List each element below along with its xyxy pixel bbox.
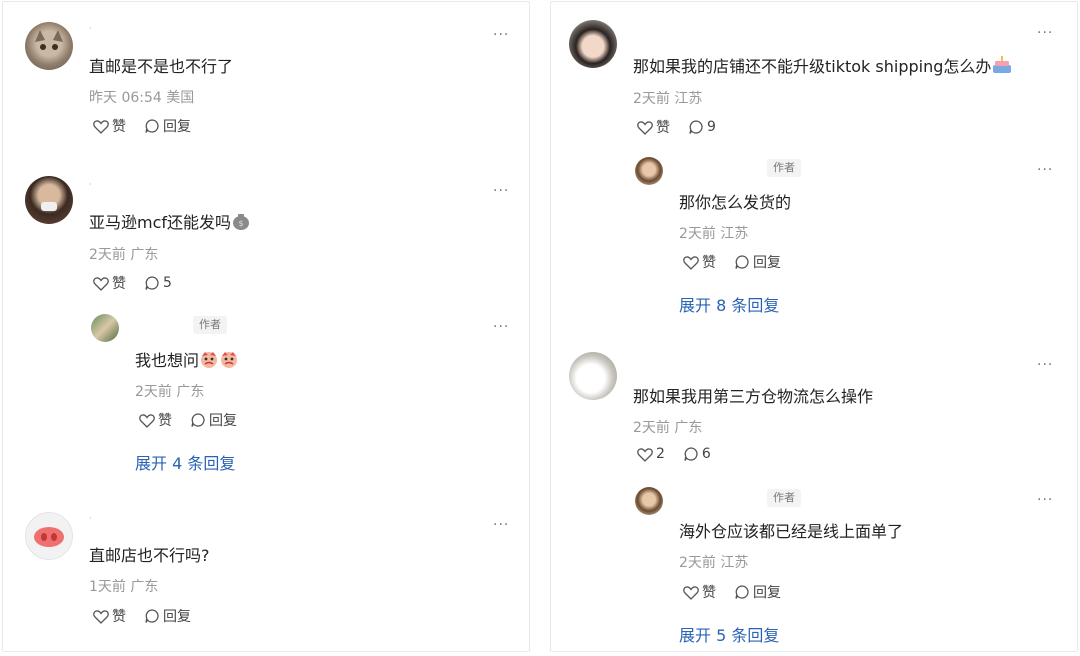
more-options-icon[interactable]: ··· [1037,493,1053,507]
cake-emoji-icon [993,56,1012,73]
reply-text: 我也想问 [135,347,239,371]
avatar[interactable] [569,352,617,400]
more-options-icon[interactable]: ··· [493,320,509,334]
comment-text-content: 亚马逊mcf还能发吗 [89,213,232,232]
reply-label: 回复 [753,255,781,271]
username[interactable]: · [89,514,92,523]
comment-bubble-icon [145,276,159,290]
username[interactable]: · [89,24,92,33]
avatar[interactable] [635,487,663,515]
expand-replies-link[interactable]: 展开 8 条回复 [679,292,779,316]
username[interactable]: · [89,180,92,189]
like-button[interactable]: 赞 [139,410,172,430]
like-label: 赞 [112,119,126,135]
reply-button[interactable]: 6 [683,446,711,462]
more-options-icon[interactable]: ··· [493,184,509,198]
heart-icon [139,413,155,428]
reply-meta: 2天前 广东 [135,384,205,400]
comment-meta: 2天前 江苏 [633,91,703,107]
like-button[interactable]: 赞 [93,606,126,626]
comment-text: 直邮店也不行吗? [89,546,210,565]
reply-text-content: 我也想问 [135,351,200,370]
like-button[interactable]: 赞 [93,116,126,136]
like-button[interactable]: 2 [637,446,665,462]
comment-bubble-icon [191,413,205,427]
comment-panel-right: ··· 那如果我的店铺还不能升级tiktok shipping怎么办 2天前 江… [550,1,1078,652]
comment-bubble-icon [735,585,749,599]
like-button[interactable]: 赞 [683,582,716,602]
like-label: 赞 [656,120,670,136]
heart-icon [683,255,699,270]
avatar[interactable] [25,22,73,70]
reply-label: 回复 [163,119,191,135]
crying-emoji-icon [221,352,238,368]
heart-icon [637,120,653,135]
avatar[interactable] [25,512,73,560]
reply-text: 那你怎么发货的 [679,193,792,212]
comment-text: 那如果我的店铺还不能升级tiktok shipping怎么办 [633,53,1013,77]
author-badge: 作者 [767,159,801,177]
like-label: 赞 [702,255,716,271]
author-badge: 作者 [767,489,801,507]
more-options-icon[interactable]: ··· [1037,358,1053,372]
reply-label: 回复 [209,413,237,429]
comment-bubble-icon [684,447,698,461]
avatar[interactable] [25,176,73,224]
money-bag-emoji-icon: $ [233,214,250,230]
like-label: 赞 [158,413,172,429]
like-button[interactable]: 赞 [93,273,126,293]
crying-emoji-icon [201,352,218,368]
comment-bubble-icon [145,609,159,623]
heart-icon [93,276,109,291]
like-button[interactable]: 赞 [683,252,716,272]
reply-text: 海外仓应该都已经是线上面单了 [679,522,904,541]
reply-count: 5 [163,275,172,291]
reply-label: 回复 [163,609,191,625]
reply-count: 9 [707,119,716,135]
comment-meta: 1天前 广东 [89,579,159,595]
more-options-icon[interactable]: ··· [493,518,509,532]
heart-icon [93,119,109,134]
like-button[interactable]: 赞 [637,117,670,137]
reply-label: 回复 [753,585,781,601]
more-options-icon[interactable]: ··· [1037,26,1053,40]
like-label: 赞 [702,585,716,601]
avatar[interactable] [635,157,663,185]
comment-bubble-icon [735,255,749,269]
reply-button[interactable]: 回复 [734,252,781,272]
reply-meta: 2天前 江苏 [679,226,749,242]
like-label: 赞 [112,609,126,625]
comment-panel-left: · ··· 直邮是不是也不行了 昨天 06:54 美国 赞 回复 · ··· 亚… [2,1,530,652]
comment-meta: 2天前 广东 [89,247,159,263]
reply-button[interactable]: 回复 [190,410,237,430]
comment-text: 亚马逊mcf还能发吗 $ [89,209,251,233]
reply-button[interactable]: 回复 [144,606,191,626]
more-options-icon[interactable]: ··· [493,28,509,42]
avatar[interactable] [569,20,617,68]
heart-icon [637,447,653,462]
like-count: 2 [656,446,665,462]
expand-replies-link[interactable]: 展开 5 条回复 [679,622,779,646]
avatar[interactable] [91,314,119,342]
expand-replies-link[interactable]: 展开 4 条回复 [135,450,235,474]
reply-button[interactable]: 回复 [144,116,191,136]
comment-text: 那如果我用第三方仓物流怎么操作 [633,387,874,406]
comment-meta: 昨天 06:54 美国 [89,90,195,106]
heart-icon [683,585,699,600]
comment-bubble-icon [145,119,159,133]
like-label: 赞 [112,276,126,292]
reply-button[interactable]: 5 [144,275,172,291]
reply-meta: 2天前 江苏 [679,555,749,571]
svg-text:$: $ [238,219,243,228]
comment-text-content: 那如果我的店铺还不能升级tiktok shipping怎么办 [633,57,992,76]
heart-icon [93,609,109,624]
reply-button[interactable]: 回复 [734,582,781,602]
author-badge: 作者 [193,316,227,334]
reply-count: 6 [701,446,711,462]
comment-text: 直邮是不是也不行了 [89,57,234,76]
more-options-icon[interactable]: ··· [1037,163,1053,177]
comment-bubble-icon [689,120,703,134]
comment-meta: 2天前 广东 [633,420,703,436]
reply-button[interactable]: 9 [688,119,716,135]
